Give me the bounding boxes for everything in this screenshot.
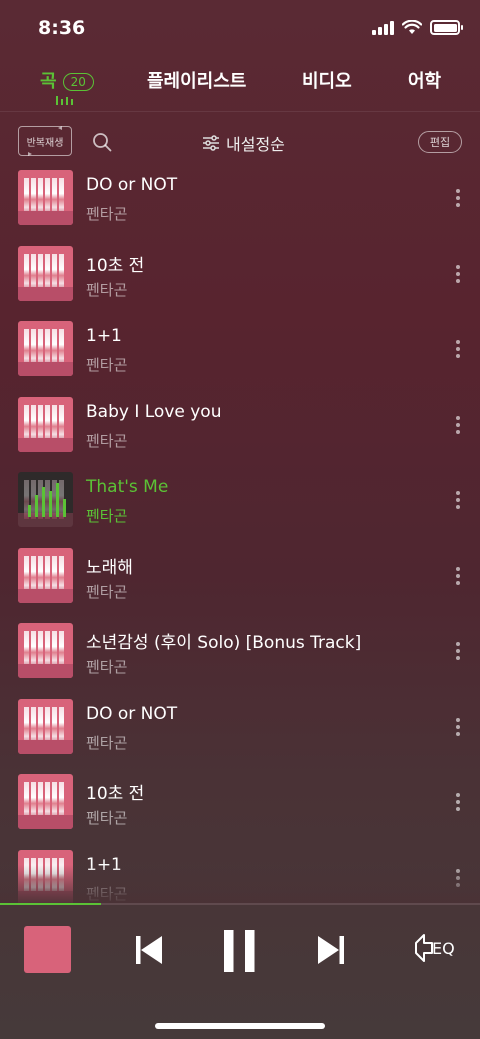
cellular-signal-icon	[372, 20, 394, 35]
more-icon[interactable]	[456, 868, 460, 887]
battery-icon	[430, 20, 463, 35]
sort-icon	[203, 135, 219, 151]
mini-player: EQ	[0, 903, 480, 1039]
song-artist: 펜타곤	[86, 431, 128, 450]
tab-language-label: 어학	[408, 71, 442, 92]
more-icon[interactable]	[456, 340, 460, 358]
album-art	[18, 623, 73, 678]
song-artist: 펜타곤	[86, 733, 128, 752]
song-title: 10초 전	[86, 255, 145, 276]
song-artist: 펜타곤	[86, 884, 128, 903]
repeat-icon	[27, 125, 62, 156]
album-art	[18, 774, 73, 829]
home-indicator[interactable]	[155, 1023, 325, 1029]
song-row[interactable]: 1+1 펜타곤	[0, 845, 480, 906]
album-art	[18, 170, 73, 225]
more-icon[interactable]	[456, 566, 460, 585]
more-icon[interactable]	[456, 717, 460, 736]
previous-icon[interactable]	[134, 928, 164, 972]
song-row[interactable]: Baby I Love you 펜타곤	[0, 392, 480, 468]
wifi-icon	[402, 20, 422, 34]
more-icon[interactable]	[456, 264, 460, 283]
status-time: 8:36	[38, 17, 86, 39]
album-art	[18, 245, 73, 301]
song-artist: 펜타곤	[86, 280, 128, 299]
eq-icon	[415, 934, 433, 962]
song-row[interactable]: 소년감성 (후이 Solo) [Bonus Track] 펜타곤	[0, 618, 480, 694]
song-title: 10초 전	[86, 784, 145, 804]
song-row[interactable]: 10초 전펜타곤	[0, 241, 480, 317]
tab-bar: 곡 20 플레이리스트 비디오 어학	[0, 62, 480, 112]
now-playing-visualizer-icon	[28, 483, 66, 517]
tab-videos-label: 비디오	[302, 71, 352, 92]
edit-label: 편집	[429, 136, 451, 149]
song-title: 소년감성 (후이 Solo) [Bonus Track]	[86, 633, 362, 653]
eq-button[interactable]: EQ	[412, 933, 455, 963]
album-art	[18, 396, 73, 452]
tab-playlists[interactable]: 플레이리스트	[147, 67, 246, 93]
song-artist: 펜타곤	[86, 809, 128, 827]
song-row[interactable]: DO or NOT 펜타곤	[0, 165, 480, 241]
song-row[interactable]: 노래해펜타곤	[0, 543, 480, 619]
album-art	[18, 472, 73, 527]
song-row[interactable]: 1+1 펜타곤	[0, 316, 480, 392]
album-art-detail	[18, 437, 73, 452]
next-icon[interactable]	[316, 928, 346, 972]
list-toolbar: 반복재생 내설정순 편집	[0, 123, 480, 161]
song-artist: 펜타곤	[86, 658, 128, 676]
song-artist: 펜타곤	[86, 205, 128, 223]
album-art-detail	[18, 739, 73, 754]
song-row[interactable]: DO or NOT 펜타곤	[0, 694, 480, 770]
more-icon[interactable]	[456, 491, 460, 509]
sort-label: 내설정순	[226, 135, 285, 154]
song-title: Baby I Love you	[86, 401, 222, 422]
song-title: DO or NOT	[86, 175, 178, 195]
eq-label: EQ	[432, 938, 455, 958]
repeat-button[interactable]: 반복재생	[18, 125, 72, 156]
album-art-detail	[18, 815, 73, 829]
song-list: DO or NOT 펜타곤 10초 전 펜타곤 1+1 펜타곤 Baby I Love yo…	[0, 165, 480, 905]
progress-fill	[0, 903, 101, 905]
tab-divider	[0, 111, 480, 112]
song-artist: 펜타곤	[86, 356, 128, 374]
song-artist: 펜타곤	[86, 507, 128, 525]
tab-songs[interactable]: 곡 20	[40, 67, 94, 93]
tab-language[interactable]: 어학	[408, 67, 441, 93]
album-art-detail	[18, 588, 73, 603]
tab-playlists-label: 플레이리스트	[147, 71, 247, 92]
tab-songs-label: 곡	[40, 71, 57, 92]
song-row[interactable]: That's Me 펜타곤	[0, 467, 480, 543]
more-icon[interactable]	[456, 793, 460, 811]
search-icon[interactable]	[92, 132, 112, 152]
tab-videos[interactable]: 비디오	[302, 67, 352, 93]
song-title: DO or NOT	[86, 703, 178, 724]
status-bar: 8:36	[0, 0, 480, 60]
sort-button[interactable]: 내설정순	[202, 131, 285, 155]
song-artist: 펜타곤	[86, 582, 128, 601]
playing-indicator-icon	[56, 96, 73, 105]
song-title: 노래해	[86, 557, 133, 578]
pause-icon[interactable]	[222, 928, 258, 974]
album-art-detail	[18, 664, 73, 678]
more-icon[interactable]	[456, 415, 460, 434]
progress-track[interactable]	[0, 903, 480, 905]
album-art	[18, 321, 73, 376]
more-icon[interactable]	[456, 189, 460, 207]
album-art	[18, 849, 73, 905]
song-count-badge: 20	[62, 73, 94, 91]
song-title: That's Me	[86, 477, 169, 497]
song-title: 1+1	[86, 854, 122, 875]
album-art	[18, 698, 73, 754]
edit-button[interactable]: 편집	[418, 131, 462, 153]
album-art-detail	[18, 362, 73, 376]
status-icons	[372, 20, 463, 35]
song-row[interactable]: 10초 전펜타곤	[0, 769, 480, 845]
more-icon[interactable]	[456, 642, 460, 660]
now-playing-album-art[interactable]	[24, 926, 71, 973]
song-title: 1+1	[86, 326, 122, 346]
album-art-detail	[18, 211, 73, 225]
album-art	[18, 547, 73, 603]
album-art-detail	[18, 286, 73, 301]
